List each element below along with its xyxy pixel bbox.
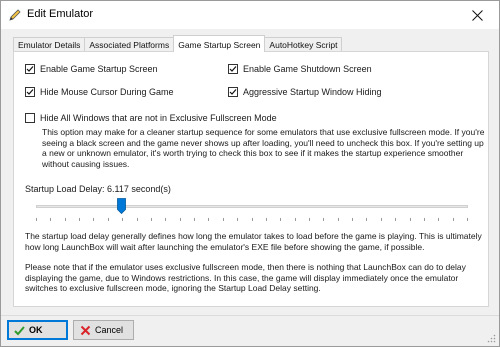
startup-delay-slider-thumb[interactable] xyxy=(117,198,126,214)
aggressive-hiding-checkbox[interactable] xyxy=(228,87,238,97)
cancel-button[interactable]: Cancel xyxy=(73,320,134,340)
hide-all-windows-checkbox[interactable] xyxy=(25,113,35,123)
enable-startup-option[interactable]: Enable Game Startup Screen xyxy=(25,64,158,74)
hide-cursor-option[interactable]: Hide Mouse Cursor During Game xyxy=(25,87,174,97)
resize-grip-icon[interactable] xyxy=(486,333,496,343)
slider-tick xyxy=(150,218,152,221)
hide-cursor-checkbox[interactable] xyxy=(25,87,35,97)
slider-tick xyxy=(251,218,253,221)
delay-description: The startup load delay generally defines… xyxy=(25,231,482,252)
enable-shutdown-checkbox[interactable] xyxy=(228,64,238,74)
tab-emulator-details[interactable]: Emulator Details xyxy=(13,37,86,52)
slider-tick xyxy=(323,218,325,221)
close-button[interactable] xyxy=(455,1,499,29)
slider-tick xyxy=(366,218,368,221)
hide-cursor-label: Hide Mouse Cursor During Game xyxy=(40,87,174,97)
slider-tick xyxy=(222,218,224,221)
close-icon xyxy=(471,9,483,21)
slider-tick xyxy=(122,218,124,221)
aggressive-hiding-label: Aggressive Startup Window Hiding xyxy=(243,87,382,97)
tab-game-startup-screen[interactable]: Game Startup Screen xyxy=(173,35,266,52)
slider-ticks xyxy=(36,218,468,222)
slider-tick xyxy=(308,218,310,221)
slider-tick xyxy=(452,218,454,221)
hide-all-windows-option[interactable]: Hide All Windows that are not in Exclusi… xyxy=(25,113,277,123)
close-icon xyxy=(80,325,91,335)
slider-tick xyxy=(280,218,282,221)
enable-shutdown-label: Enable Game Shutdown Screen xyxy=(243,64,372,74)
checkmark-icon xyxy=(229,89,237,95)
slider-tick xyxy=(136,218,138,221)
hide-all-windows-label: Hide All Windows that are not in Exclusi… xyxy=(40,113,277,123)
edit-emulator-window: Edit Emulator Emulator Details Associate… xyxy=(0,0,500,347)
slider-tick xyxy=(64,218,66,221)
slider-tick xyxy=(208,218,210,221)
window-title: Edit Emulator xyxy=(27,8,94,20)
enable-startup-label: Enable Game Startup Screen xyxy=(40,64,158,74)
slider-tick xyxy=(423,218,425,221)
checkmark-icon xyxy=(26,66,34,72)
startup-delay-slider-track[interactable] xyxy=(36,205,468,208)
ok-button[interactable]: OK xyxy=(7,320,68,340)
slider-tick xyxy=(237,218,239,221)
slider-tick xyxy=(467,218,468,221)
slider-tick xyxy=(352,218,354,221)
slider-tick xyxy=(194,218,196,221)
cancel-button-label: Cancel xyxy=(95,325,124,335)
checkmark-icon xyxy=(229,66,237,72)
pencil-icon xyxy=(9,9,21,21)
slider-tick xyxy=(107,218,109,221)
tab-panel: Enable Game Startup Screen Enable Game S… xyxy=(13,51,489,307)
tab-autohotkey-script[interactable]: AutoHotkey Script xyxy=(264,37,343,52)
slider-tick xyxy=(409,218,411,221)
slider-tick xyxy=(294,218,296,221)
ok-button-label: OK xyxy=(29,325,43,335)
slider-tick xyxy=(265,218,267,221)
slider-tick xyxy=(179,218,181,221)
slider-tick xyxy=(380,218,382,221)
slider-tick xyxy=(79,218,81,221)
hide-all-windows-description: This option may make for a cleaner start… xyxy=(42,127,485,169)
tab-strip: Emulator Details Associated Platforms Ga… xyxy=(13,35,343,52)
title-bar[interactable]: Edit Emulator xyxy=(1,1,499,29)
checkmark-icon xyxy=(26,89,34,95)
slider-tick xyxy=(165,218,167,221)
enable-startup-checkbox[interactable] xyxy=(25,64,35,74)
footer-separator xyxy=(1,315,499,316)
slider-tick xyxy=(36,218,37,221)
slider-tick xyxy=(395,218,397,221)
slider-tick xyxy=(50,218,52,221)
slider-tick xyxy=(93,218,95,221)
slider-tick xyxy=(438,218,440,221)
enable-shutdown-option[interactable]: Enable Game Shutdown Screen xyxy=(228,64,372,74)
slider-tick xyxy=(337,218,339,221)
checkmark-icon xyxy=(14,325,25,335)
fullscreen-note: Please note that if the emulator uses ex… xyxy=(25,262,466,293)
aggressive-hiding-option[interactable]: Aggressive Startup Window Hiding xyxy=(228,87,382,97)
startup-delay-label: Startup Load Delay: 6.117 second(s) xyxy=(25,184,171,194)
tab-associated-platforms[interactable]: Associated Platforms xyxy=(84,37,175,52)
